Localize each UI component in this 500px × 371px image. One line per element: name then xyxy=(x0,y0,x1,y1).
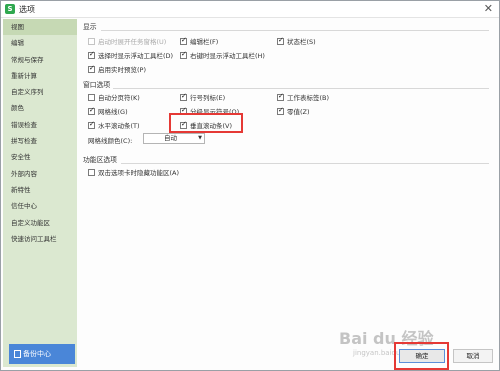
checkbox[interactable] xyxy=(180,92,187,101)
sidebar-item-custom-lists[interactable]: 自定义序列 xyxy=(3,84,77,100)
option-auto-page-break[interactable]: 自动分页符(K) xyxy=(88,92,140,102)
option-expand-task-pane[interactable]: 启动时展开任务窗格(U) xyxy=(88,36,166,46)
backup-center-button[interactable]: 备份中心 xyxy=(9,344,75,364)
app-icon: S xyxy=(5,4,15,14)
backup-icon xyxy=(14,350,21,358)
window-options-heading: 窗口选项 xyxy=(83,81,111,89)
checkbox[interactable] xyxy=(88,106,95,115)
cancel-button[interactable]: 取消 xyxy=(453,349,493,363)
close-icon[interactable]: ✕ xyxy=(484,2,493,15)
checkbox[interactable] xyxy=(88,169,95,176)
option-horizontal-scrollbar[interactable]: 水平滚动条(T) xyxy=(88,120,140,130)
chevron-down-icon: ▼ xyxy=(198,135,202,141)
sidebar-item-edit[interactable]: 编辑 xyxy=(3,35,77,51)
option-status-bar[interactable]: 状态栏(S) xyxy=(277,36,316,46)
display-heading: 显示 xyxy=(83,23,97,31)
sidebar-item-trust-center[interactable]: 信任中心 xyxy=(3,198,77,214)
checkbox[interactable] xyxy=(277,36,284,45)
sidebar-item-view[interactable]: 视图 xyxy=(3,19,77,36)
checkbox[interactable] xyxy=(88,50,95,59)
option-hide-ribbon-dblclick[interactable]: 双击选项卡时隐藏功能区(A) xyxy=(88,167,179,177)
ribbon-section: 功能区选项 xyxy=(83,154,489,164)
checkbox[interactable] xyxy=(88,38,95,45)
highlight-box xyxy=(169,113,243,133)
backup-center-label: 备份中心 xyxy=(23,350,51,358)
sidebar-item-new-features[interactable]: 新特性 xyxy=(3,182,77,198)
sidebar-item-error-check[interactable]: 错误检查 xyxy=(3,117,77,133)
option-gridlines[interactable]: 网格线(G) xyxy=(88,106,128,116)
sidebar-item-general-save[interactable]: 常规与保存 xyxy=(3,52,77,68)
sidebar-item-external-content[interactable]: 外部内容 xyxy=(3,166,77,182)
option-formula-bar[interactable]: 编辑栏(F) xyxy=(180,36,218,46)
divider xyxy=(113,88,489,89)
sidebar: 视图 编辑 常规与保存 重新计算 自定义序列 颜色 错误检查 拼写检查 安全性 … xyxy=(3,19,77,367)
sidebar-item-custom-ribbon[interactable]: 自定义功能区 xyxy=(3,215,77,231)
option-live-preview[interactable]: 启用实时预览(P) xyxy=(88,64,146,74)
option-zero-values[interactable]: 零值(Z) xyxy=(277,106,310,116)
checkbox[interactable] xyxy=(180,50,187,59)
checkbox[interactable] xyxy=(180,36,187,45)
display-section: 显示 xyxy=(83,21,489,31)
divider xyxy=(121,163,489,164)
divider xyxy=(101,30,489,31)
gridline-color-select[interactable]: 自动 ▼ xyxy=(143,133,205,144)
checkbox[interactable] xyxy=(88,94,95,101)
sidebar-item-spell-check[interactable]: 拼写检查 xyxy=(3,133,77,149)
sidebar-item-recalculate[interactable]: 重新计算 xyxy=(3,68,77,84)
gridline-color-row: 网格线颜色(C): 自动 ▼ xyxy=(88,133,205,145)
window-title: 选项 xyxy=(19,5,35,14)
option-float-toolbar-select[interactable]: 选择时显示浮动工具栏(D) xyxy=(88,50,173,60)
window-options-section: 窗口选项 xyxy=(83,79,489,89)
checkbox[interactable] xyxy=(88,64,95,73)
checkbox[interactable] xyxy=(88,120,95,129)
highlight-box xyxy=(394,342,449,370)
options-dialog: S 选项 ✕ 视图 编辑 常规与保存 重新计算 自定义序列 颜色 错误检查 拼写… xyxy=(0,0,500,371)
gridline-color-label: 网格线颜色(C): xyxy=(88,137,133,145)
options-content: 显示 启动时展开任务窗格(U) 编辑栏(F) 状态栏(S) 选择时显示浮动工具栏… xyxy=(81,19,497,349)
sidebar-item-security[interactable]: 安全性 xyxy=(3,149,77,165)
gridline-color-value: 自动 xyxy=(164,134,177,142)
title-bar: S 选项 ✕ xyxy=(1,1,499,18)
option-float-toolbar-rightclick[interactable]: 右键时显示浮动工具栏(H) xyxy=(180,50,265,60)
option-sheet-tabs[interactable]: 工作表标签(B) xyxy=(277,92,329,102)
option-row-col-headers[interactable]: 行号列标(E) xyxy=(180,92,225,102)
sidebar-item-quick-access[interactable]: 快速访问工具栏 xyxy=(3,231,77,247)
checkbox[interactable] xyxy=(277,106,284,115)
sidebar-item-color[interactable]: 颜色 xyxy=(3,100,77,116)
ribbon-heading: 功能区选项 xyxy=(83,156,117,164)
checkbox[interactable] xyxy=(277,92,284,101)
